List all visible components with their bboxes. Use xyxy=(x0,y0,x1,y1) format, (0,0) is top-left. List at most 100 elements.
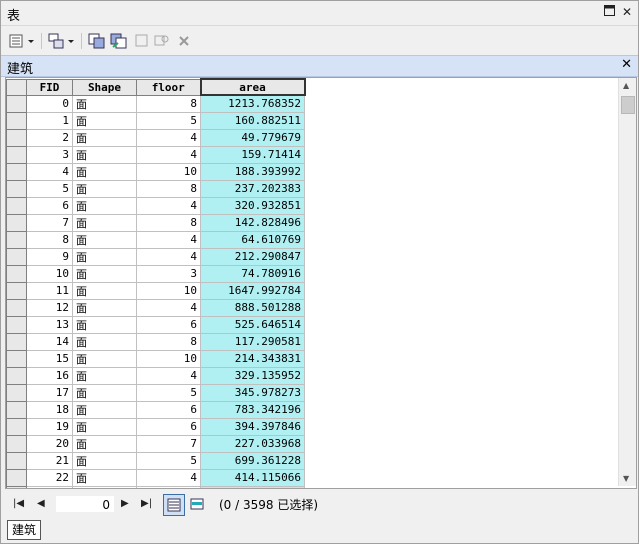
row-selector[interactable] xyxy=(6,383,27,402)
close-icon[interactable]: ✕ xyxy=(620,5,634,19)
cell-fid[interactable]: 2 xyxy=(26,128,73,147)
row-selector[interactable] xyxy=(6,213,27,232)
row-selector[interactable] xyxy=(6,281,27,300)
cell-fid[interactable]: 18 xyxy=(26,400,73,419)
table-row[interactable]: 20 面 7 227.033968 xyxy=(6,434,305,453)
show-selected-records-button[interactable] xyxy=(187,494,207,514)
cell-floor[interactable]: 5 xyxy=(136,111,201,130)
cell-floor[interactable]: 10 xyxy=(136,162,201,181)
cell-shape[interactable]: 面 xyxy=(72,94,137,113)
table-row[interactable]: 15 面 10 214.343831 xyxy=(6,349,305,368)
cell-floor[interactable]: 5 xyxy=(136,383,201,402)
cell-shape[interactable]: 面 xyxy=(72,434,137,453)
cell-area[interactable]: 699.361228 xyxy=(200,451,305,470)
cell-area[interactable]: 159.71414 xyxy=(200,145,305,164)
cell-shape[interactable]: 面 xyxy=(72,468,137,487)
cell-fid[interactable]: 15 xyxy=(26,349,73,368)
cell-floor[interactable]: 6 xyxy=(136,315,201,334)
last-record-icon[interactable]: ▶| xyxy=(141,498,152,509)
cell-fid[interactable]: 7 xyxy=(26,213,73,232)
related-tables-button[interactable] xyxy=(47,31,77,51)
bottom-table-tab[interactable]: 建筑 xyxy=(7,520,42,540)
cell-shape[interactable]: 面 xyxy=(72,366,137,385)
cell-floor[interactable]: 10 xyxy=(136,349,201,368)
cell-fid[interactable]: 8 xyxy=(26,230,73,249)
cell-fid[interactable]: 14 xyxy=(26,332,73,351)
table-row[interactable]: 12 面 4 888.501288 xyxy=(6,298,305,317)
column-header-shape[interactable]: Shape xyxy=(72,78,137,96)
row-selector[interactable] xyxy=(6,332,27,351)
cell-shape[interactable]: 面 xyxy=(72,196,137,215)
table-row[interactable]: 16 面 4 329.135952 xyxy=(6,366,305,385)
cell-fid[interactable]: 0 xyxy=(26,94,73,113)
select-by-attributes-button[interactable] xyxy=(87,31,107,51)
row-selector[interactable] xyxy=(6,315,27,334)
first-record-icon[interactable]: |◀ xyxy=(13,498,24,509)
row-selector[interactable] xyxy=(6,230,27,249)
cell-floor[interactable]: 4 xyxy=(136,366,201,385)
cell-area[interactable]: 783.342196 xyxy=(200,400,305,419)
cell-fid[interactable]: 17 xyxy=(26,383,73,402)
cell-shape[interactable]: 面 xyxy=(72,349,137,368)
cell-floor[interactable]: 4 xyxy=(136,196,201,215)
cell-shape[interactable]: 面 xyxy=(72,145,137,164)
row-selector[interactable] xyxy=(6,366,27,385)
cell-area[interactable]: 394.397846 xyxy=(200,417,305,436)
cell-area[interactable]: 1213.768352 xyxy=(200,94,305,113)
cell-shape[interactable]: 面 xyxy=(72,332,137,351)
column-header-area[interactable]: area xyxy=(199,78,306,96)
close-table-icon[interactable]: ✕ xyxy=(621,57,632,72)
table-row[interactable]: 2 面 4 49.779679 xyxy=(6,128,305,147)
row-selector[interactable] xyxy=(6,111,27,130)
row-selector[interactable] xyxy=(6,179,27,198)
zoom-to-selected-button[interactable] xyxy=(153,31,171,51)
cell-floor[interactable]: 8 xyxy=(136,213,201,232)
cell-floor[interactable]: 8 xyxy=(136,94,201,113)
cell-fid[interactable]: 10 xyxy=(26,264,73,283)
cell-area[interactable]: 142.828496 xyxy=(200,213,305,232)
cell-fid[interactable]: 21 xyxy=(26,451,73,470)
table-row[interactable]: 5 面 8 237.202383 xyxy=(6,179,305,198)
cell-fid[interactable]: 23 xyxy=(26,485,73,488)
cell-shape[interactable]: 面 xyxy=(72,383,137,402)
table-row[interactable]: 4 面 10 188.393992 xyxy=(6,162,305,181)
column-header-fid[interactable]: FID xyxy=(26,78,73,96)
table-row[interactable]: 23面7289.197772 xyxy=(6,485,305,488)
cell-floor[interactable]: 4 xyxy=(136,128,201,147)
cell-fid[interactable]: 4 xyxy=(26,162,73,181)
table-row[interactable]: 13 面 6 525.646514 xyxy=(6,315,305,334)
cell-shape[interactable]: 面 xyxy=(72,281,137,300)
cell-shape[interactable]: 面 xyxy=(72,213,137,232)
column-header-floor[interactable]: floor xyxy=(136,78,201,96)
row-selector-header[interactable] xyxy=(6,78,27,96)
row-selector[interactable] xyxy=(6,145,27,164)
row-selector[interactable] xyxy=(6,247,27,266)
cell-floor[interactable]: 4 xyxy=(136,230,201,249)
row-selector[interactable] xyxy=(6,434,27,453)
table-row[interactable]: 10 面 3 74.780916 xyxy=(6,264,305,283)
cell-floor[interactable]: 4 xyxy=(136,145,201,164)
row-selector[interactable] xyxy=(6,468,27,487)
cell-area[interactable]: 74.780916 xyxy=(200,264,305,283)
table-row[interactable]: 22 面 4 414.115066 xyxy=(6,468,305,487)
clear-selection-button[interactable] xyxy=(133,31,151,51)
current-record-input[interactable]: 0 xyxy=(55,495,115,513)
row-selector[interactable] xyxy=(6,128,27,147)
cell-shape[interactable]: 面 xyxy=(72,128,137,147)
row-selector[interactable] xyxy=(6,94,27,113)
cell-area[interactable]: 237.202383 xyxy=(200,179,305,198)
cell-fid[interactable]: 20 xyxy=(26,434,73,453)
cell-fid[interactable]: 12 xyxy=(26,298,73,317)
cell-shape[interactable]: 面 xyxy=(72,162,137,181)
cell-shape[interactable]: 面 xyxy=(72,400,137,419)
cell-floor[interactable]: 6 xyxy=(136,400,201,419)
dock-icon[interactable] xyxy=(602,5,616,19)
table-row[interactable]: 18 面 6 783.342196 xyxy=(6,400,305,419)
cell-area[interactable]: 289.197772 xyxy=(200,485,305,488)
next-record-icon[interactable]: ▶ xyxy=(121,498,129,509)
cell-shape[interactable]: 面 xyxy=(72,247,137,266)
cell-area[interactable]: 188.393992 xyxy=(200,162,305,181)
cell-floor[interactable]: 8 xyxy=(136,179,201,198)
cell-shape[interactable]: 面 xyxy=(72,315,137,334)
table-row[interactable]: 1 面 5 160.882511 xyxy=(6,111,305,130)
